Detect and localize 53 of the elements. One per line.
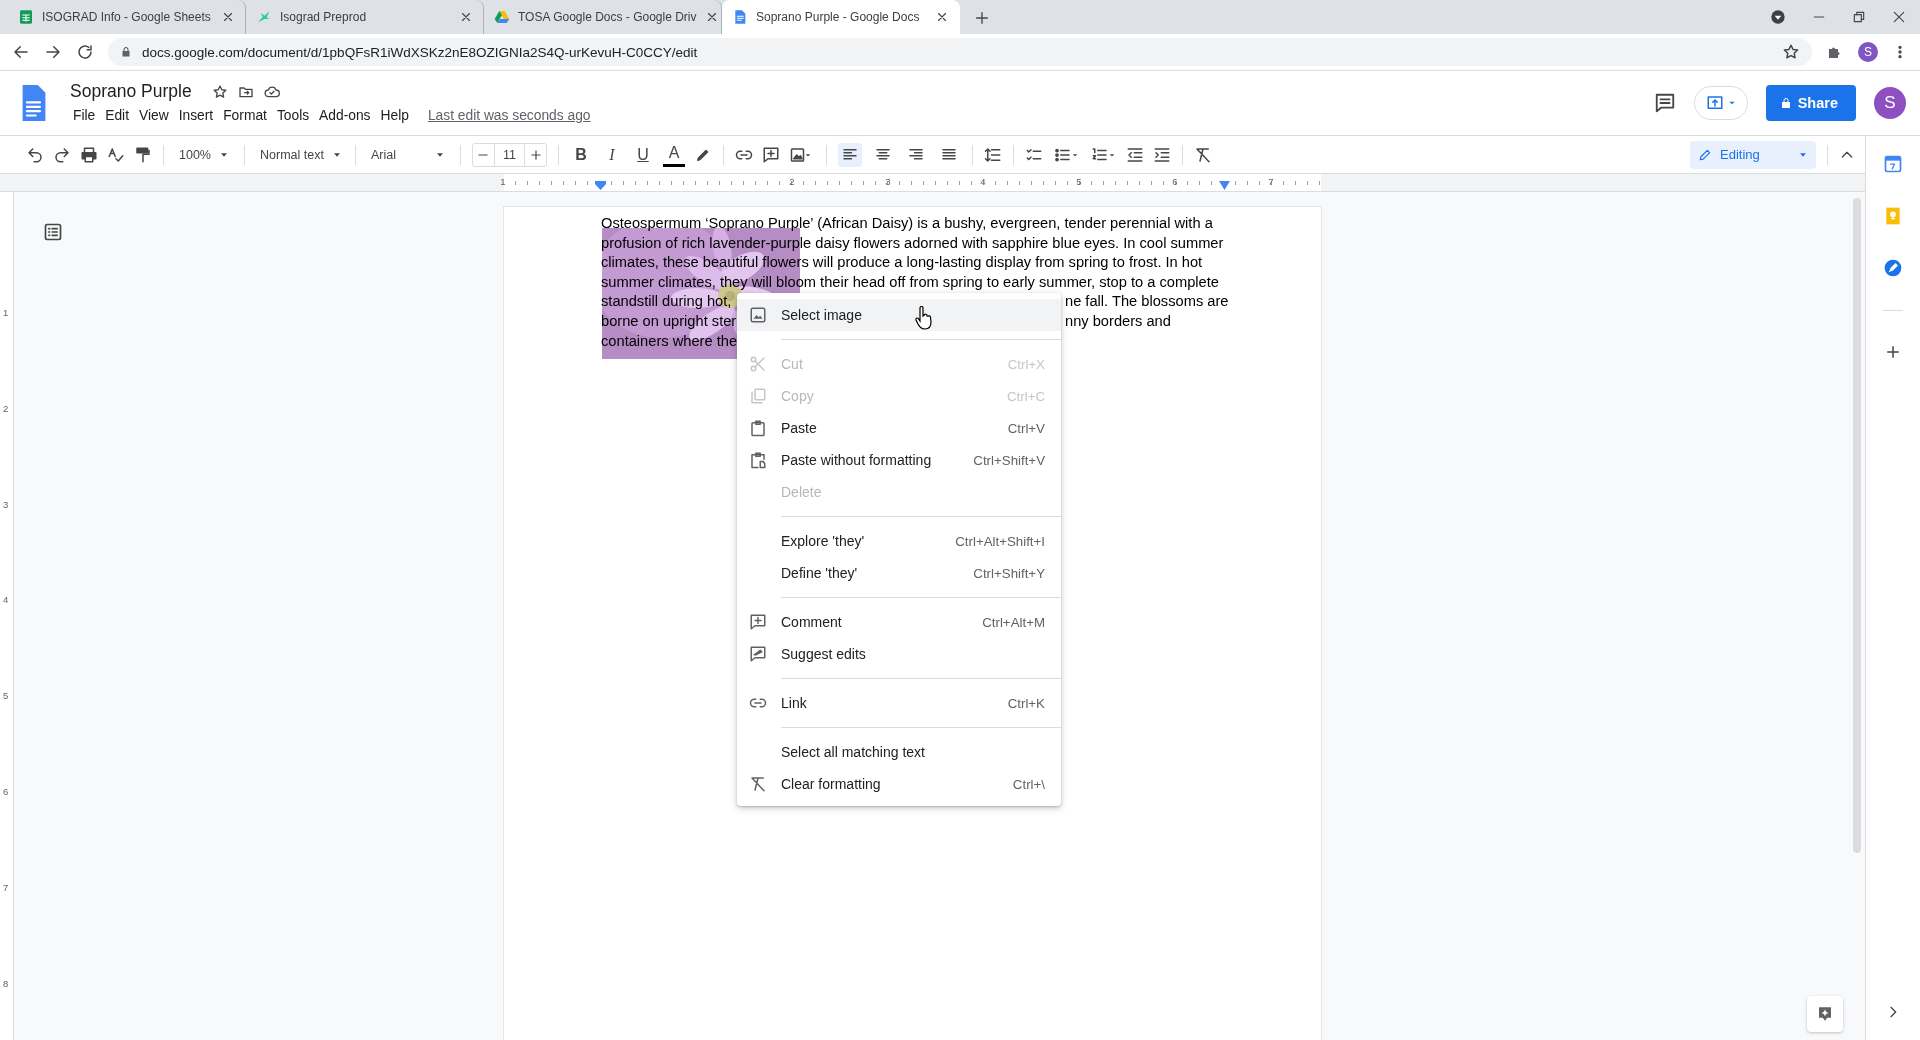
body-text: nny borders and: [1065, 311, 1171, 331]
menu-item[interactable]: Paste Ctrl+V: [737, 412, 1061, 444]
ruler-number: 1: [3, 306, 9, 318]
menu-item[interactable]: Comment Ctrl+Alt+M: [737, 606, 1061, 638]
text-color-button[interactable]: A: [662, 142, 685, 167]
italic-button[interactable]: I: [600, 142, 623, 167]
menu-item[interactable]: Explore 'they' Ctrl+Alt+Shift+I: [737, 525, 1061, 557]
menu-item[interactable]: Insert: [173, 106, 219, 125]
ruler-number: 5: [3, 689, 9, 701]
ruler-number: 4: [980, 176, 986, 187]
user-avatar[interactable]: S: [1874, 87, 1906, 119]
ruler-number: 7: [1268, 176, 1274, 187]
ruler-number: 7: [3, 881, 9, 893]
menu-item[interactable]: Define 'they' Ctrl+Shift+Y: [737, 557, 1061, 589]
profile-avatar[interactable]: S: [1858, 42, 1878, 62]
menu-item[interactable]: Select all matching text: [737, 736, 1061, 768]
menu-item[interactable]: Help: [375, 106, 414, 125]
ruler-number: 2: [789, 176, 795, 187]
editing-mode-dropdown[interactable]: Editing: [1690, 140, 1816, 169]
browser-tab[interactable]: Soprano Purple - Google Docs: [722, 0, 960, 34]
ruler-number: 2: [3, 402, 9, 414]
ruler-number: 8: [3, 977, 9, 989]
menu-item[interactable]: Select image: [737, 299, 1061, 331]
font-dropdown[interactable]: Arial: [367, 147, 449, 162]
body-text: borne on upright ster: [601, 311, 737, 331]
ruler-number: 6: [3, 785, 9, 797]
style-dropdown[interactable]: Normal text: [256, 147, 344, 162]
menu-item[interactable]: Format: [218, 106, 272, 125]
last-edit-link[interactable]: Last edit was seconds ago: [427, 108, 591, 123]
menu-item[interactable]: Link Ctrl+K: [737, 687, 1061, 719]
menu-item[interactable]: Add-ons: [314, 106, 376, 125]
zoom-dropdown[interactable]: 100%: [175, 147, 233, 162]
menu-item[interactable]: View: [134, 106, 174, 125]
menu-item[interactable]: Clear formatting Ctrl+\: [737, 768, 1061, 800]
menu-item[interactable]: Suggest edits: [737, 638, 1061, 670]
body-text: standstill during hot,: [601, 292, 732, 312]
document-title[interactable]: Soprano Purple: [68, 81, 194, 102]
bold-button[interactable]: B: [569, 142, 592, 167]
menu-item[interactable]: Tools: [271, 106, 315, 125]
body-text: Osteospermum ‘Soprano Purple’ (African Daisy) is a bushy, evergreen, tender perennial with a: [601, 215, 1213, 231]
menu-item[interactable]: Paste without formatting Ctrl+Shift+V: [737, 444, 1061, 476]
ruler-number: 1: [500, 176, 506, 187]
menu-item[interactable]: File: [68, 106, 101, 125]
body-text: ne fall. The blossoms are: [1065, 292, 1229, 312]
share-button[interactable]: Share: [1765, 85, 1856, 121]
ruler-number: 5: [1076, 176, 1082, 187]
address-bar[interactable]: docs.google.com/document/d/1pbQFsR1iWdXSKz2nE8OZIGNIa2S4Q-urKevuH-C0CCY/edit: [108, 38, 1812, 66]
ruler-number: 4: [3, 593, 9, 605]
ruler-number: 6: [1172, 176, 1178, 187]
ruler-number: 3: [885, 176, 891, 187]
ruler-number: 3: [3, 498, 9, 510]
menu-item[interactable]: Edit: [100, 106, 134, 125]
underline-button[interactable]: U: [631, 142, 654, 167]
